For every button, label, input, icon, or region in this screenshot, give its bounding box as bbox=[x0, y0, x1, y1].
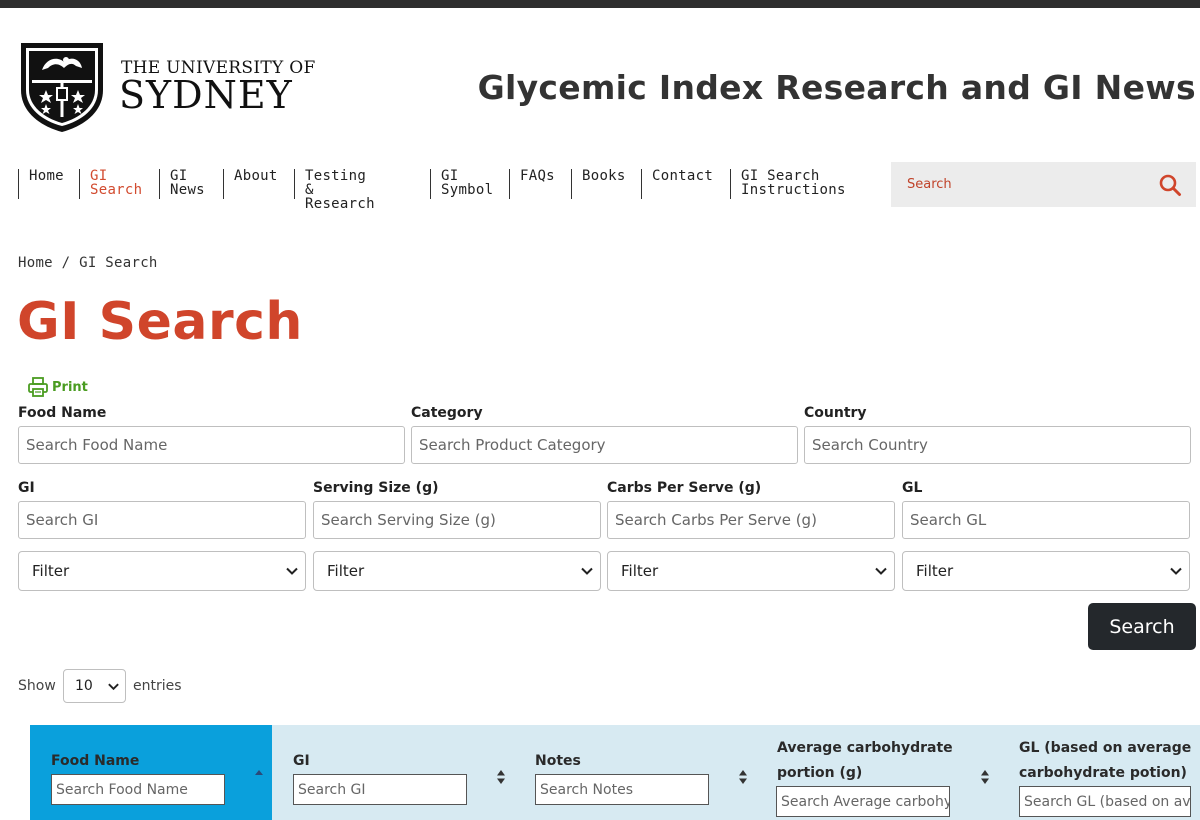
serving-size-label: Serving Size (g) bbox=[313, 480, 439, 496]
page-title: GI Search bbox=[17, 292, 303, 352]
carbs-label: Carbs Per Serve (g) bbox=[607, 480, 762, 496]
sort-icon bbox=[497, 770, 505, 784]
gl-input[interactable] bbox=[902, 501, 1190, 539]
entries-length-select[interactable]: 10 bbox=[63, 669, 126, 703]
column-header-notes[interactable]: Notes bbox=[514, 725, 756, 820]
results-table-header: Food Name GI Notes Average carbohydrate … bbox=[30, 725, 1200, 820]
column-search-notes[interactable] bbox=[535, 774, 709, 805]
print-button[interactable]: Print bbox=[28, 377, 88, 397]
column-header-food-name[interactable]: Food Name bbox=[30, 725, 272, 820]
sort-icon bbox=[739, 770, 747, 784]
nav-item-faqs[interactable]: FAQs bbox=[509, 169, 555, 199]
logo-text-line2: SYDNEY bbox=[119, 73, 293, 117]
gl-filter-value: Filter bbox=[916, 562, 954, 580]
column-search-avg-carb-portion[interactable] bbox=[776, 786, 950, 817]
breadcrumb[interactable]: Home / GI Search bbox=[18, 255, 158, 271]
carbs-filter-select[interactable]: Filter bbox=[607, 551, 895, 591]
nav-item-gi-search-instructions[interactable]: GI Search Instructions bbox=[730, 169, 846, 199]
gi-input[interactable] bbox=[18, 501, 306, 539]
gi-filter-value: Filter bbox=[32, 562, 70, 580]
gl-filter-select[interactable]: Filter bbox=[902, 551, 1190, 591]
serving-size-filter-value: Filter bbox=[327, 562, 365, 580]
crest-icon bbox=[21, 43, 103, 132]
chevron-down-icon bbox=[1170, 567, 1182, 575]
column-label-avg-carb-portion: Average carbohydrate portion (g) bbox=[777, 740, 953, 781]
column-label-gl: GL (based on average carbohydrate potion… bbox=[1019, 740, 1192, 781]
search-icon[interactable] bbox=[1158, 173, 1182, 197]
column-search-gi[interactable] bbox=[293, 774, 467, 805]
category-label: Category bbox=[411, 405, 483, 421]
printer-icon bbox=[28, 377, 48, 397]
gl-label: GL bbox=[902, 480, 923, 496]
carbs-input[interactable] bbox=[607, 501, 895, 539]
column-label-notes: Notes bbox=[535, 753, 581, 769]
nav-item-books[interactable]: Books bbox=[571, 169, 626, 199]
serving-size-filter-select[interactable]: Filter bbox=[313, 551, 601, 591]
search-button[interactable]: Search bbox=[1088, 603, 1196, 650]
nav-item-home[interactable]: Home bbox=[18, 169, 64, 199]
chevron-down-icon bbox=[108, 683, 119, 691]
column-search-gl[interactable] bbox=[1019, 786, 1191, 817]
entries-length-value: 10 bbox=[75, 678, 93, 694]
university-logo[interactable]: THE UNIVERSITY OF SYDNEY bbox=[18, 40, 315, 136]
sort-ascending-icon bbox=[255, 770, 263, 775]
column-label-gi: GI bbox=[293, 753, 310, 769]
country-label: Country bbox=[804, 405, 867, 421]
sort-icon bbox=[981, 770, 989, 784]
entries-label: entries bbox=[133, 678, 182, 694]
gi-label: GI bbox=[18, 480, 35, 496]
gi-filter-select[interactable]: Filter bbox=[18, 551, 306, 591]
food-name-input[interactable] bbox=[18, 426, 405, 464]
serving-size-input[interactable] bbox=[313, 501, 601, 539]
top-bar bbox=[0, 0, 1200, 8]
column-header-gl[interactable]: GL (based on average carbohydrate potion… bbox=[998, 725, 1200, 820]
nav-item-contact[interactable]: Contact bbox=[641, 169, 713, 199]
chevron-down-icon bbox=[875, 567, 887, 575]
show-label: Show bbox=[18, 678, 56, 694]
nav-item-gi-news[interactable]: GI News bbox=[159, 169, 205, 199]
category-input[interactable] bbox=[411, 426, 798, 464]
nav-item-testing-research[interactable]: Testing & Research bbox=[294, 169, 375, 211]
nav-item-gi-symbol[interactable]: GI Symbol bbox=[430, 169, 493, 199]
column-label-food-name: Food Name bbox=[51, 753, 140, 769]
column-header-gi[interactable]: GI bbox=[272, 725, 514, 820]
nav-item-about[interactable]: About bbox=[223, 169, 278, 199]
country-input[interactable] bbox=[804, 426, 1191, 464]
site-search bbox=[891, 162, 1196, 207]
column-header-avg-carb-portion[interactable]: Average carbohydrate portion (g) bbox=[756, 725, 998, 820]
site-search-input[interactable] bbox=[891, 162, 1151, 207]
chevron-down-icon bbox=[286, 567, 298, 575]
carbs-filter-value: Filter bbox=[621, 562, 659, 580]
food-name-label: Food Name bbox=[18, 405, 107, 421]
column-search-food-name[interactable] bbox=[51, 774, 225, 805]
chevron-down-icon bbox=[581, 567, 593, 575]
print-label: Print bbox=[52, 379, 88, 395]
nav-item-gi-search[interactable]: GI Search bbox=[79, 169, 142, 199]
site-title[interactable]: Glycemic Index Research and GI News bbox=[478, 68, 1196, 107]
